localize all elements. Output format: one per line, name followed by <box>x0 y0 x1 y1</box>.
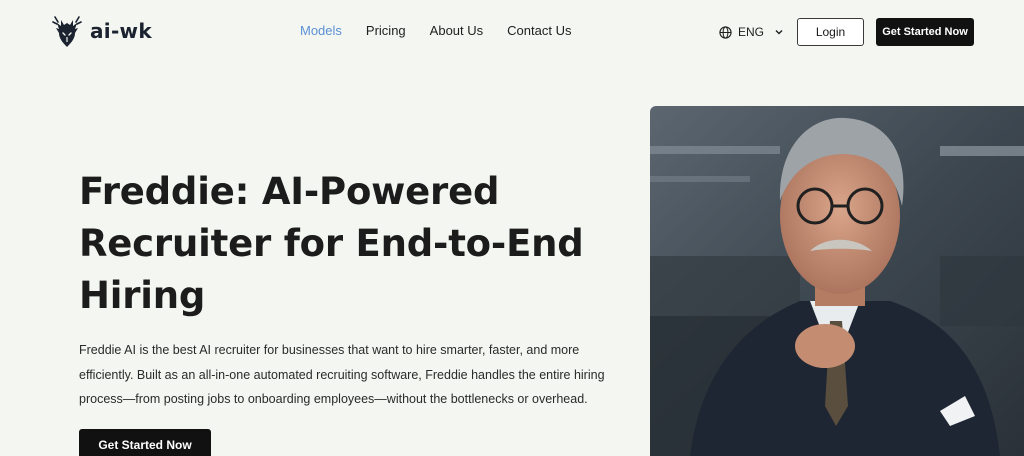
language-label: ENG <box>738 25 765 39</box>
hero-title-line: Hiring <box>79 274 206 317</box>
login-button[interactable]: Login <box>797 18 864 46</box>
nav-item-pricing[interactable]: Pricing <box>366 23 406 38</box>
hero-description-line: efficiently. Built as an all-in-one auto… <box>79 367 605 382</box>
hero-description-line: Freddie AI is the best AI recruiter for … <box>79 343 580 357</box>
hero-description-line: process—from posting jobs to onboarding … <box>79 392 588 406</box>
nav-item-contact-us[interactable]: Contact Us <box>507 23 571 38</box>
deer-head-icon <box>52 16 82 47</box>
site-header: ai-wk Models Pricing About Us Contact Us… <box>0 0 1024 64</box>
globe-icon <box>719 25 732 39</box>
hero-title-line: Recruiter for End-to-End <box>79 222 584 265</box>
landing-page: ai-wk Models Pricing About Us Contact Us… <box>0 0 1024 456</box>
hero-title-line: Freddie: AI-Powered <box>79 170 500 213</box>
hero-description: Freddie AI is the best AI recruiter for … <box>79 338 619 412</box>
brand-logo[interactable]: ai-wk <box>52 12 152 50</box>
chevron-down-icon <box>775 30 783 35</box>
main-nav: Models Pricing About Us Contact Us <box>300 23 595 38</box>
get-started-header-button[interactable]: Get Started Now <box>876 18 974 46</box>
hero-portrait-image <box>650 106 1024 456</box>
get-started-hero-button[interactable]: Get Started Now <box>79 429 211 456</box>
language-selector[interactable]: ENG <box>719 23 784 41</box>
nav-item-about-us[interactable]: About Us <box>430 23 483 38</box>
brand-name: ai-wk <box>90 19 152 43</box>
nav-item-models[interactable]: Models <box>300 23 342 38</box>
hero-title: Freddie: AI-Powered Recruiter for End-to… <box>79 166 599 322</box>
